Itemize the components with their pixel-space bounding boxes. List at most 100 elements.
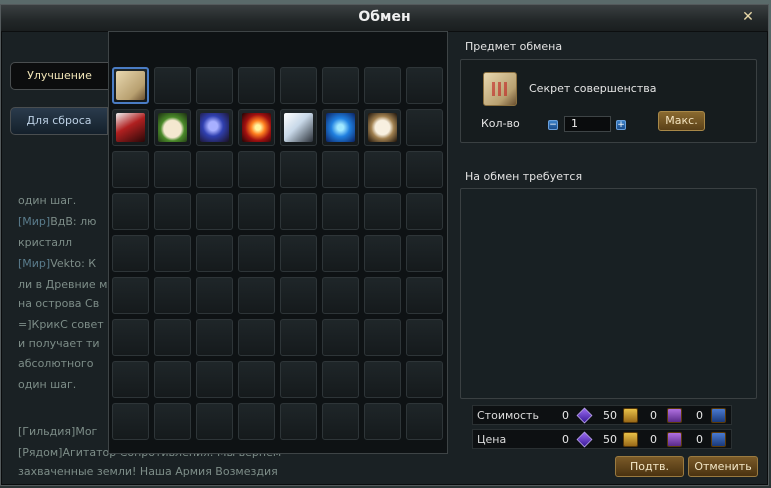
inventory-slot-filled[interactable]	[280, 109, 317, 146]
inventory-slot-empty[interactable]	[364, 235, 401, 272]
inventory-slot-empty[interactable]	[280, 235, 317, 272]
chat-text: и получает ти	[18, 337, 100, 350]
inventory-slot-empty[interactable]	[406, 109, 443, 146]
chat-line: [Гильдия]Мог	[18, 425, 97, 438]
inventory-slot-empty[interactable]	[364, 67, 401, 104]
inventory-slot-empty[interactable]	[280, 193, 317, 230]
inventory-slot-empty[interactable]	[406, 151, 443, 188]
emblem-icon	[368, 113, 397, 142]
chat-channel-tag: [Мир]	[18, 215, 51, 228]
chat-line: один шаг.	[18, 378, 76, 391]
inventory-slot-empty[interactable]	[196, 151, 233, 188]
inventory-slot-empty[interactable]	[154, 361, 191, 398]
inventory-slot-empty[interactable]	[196, 319, 233, 356]
blue-chest-icon	[711, 408, 726, 423]
inventory-slot-empty[interactable]	[238, 193, 275, 230]
inventory-slot-empty[interactable]	[280, 67, 317, 104]
inventory-slot-empty[interactable]	[322, 67, 359, 104]
inventory-slot-empty[interactable]	[112, 235, 149, 272]
cancel-button[interactable]: Отменить	[688, 456, 758, 477]
chat-line: кристалл	[18, 236, 72, 249]
inventory-slot-empty[interactable]	[364, 193, 401, 230]
purple-chest-icon	[667, 408, 682, 423]
inventory-slot-empty[interactable]	[112, 193, 149, 230]
inventory-slot-empty[interactable]	[364, 151, 401, 188]
inventory-slot-empty[interactable]	[322, 193, 359, 230]
inventory-slot-empty[interactable]	[238, 361, 275, 398]
potion-icon	[200, 113, 229, 142]
inventory-slot-empty[interactable]	[322, 277, 359, 314]
inventory-slot-empty[interactable]	[196, 193, 233, 230]
inventory-slot-filled[interactable]	[364, 109, 401, 146]
inventory-slot-empty[interactable]	[196, 67, 233, 104]
inventory-slot-empty[interactable]	[196, 277, 233, 314]
inventory-slot-empty[interactable]	[238, 151, 275, 188]
inventory-slot-empty[interactable]	[364, 319, 401, 356]
chat-channel-tag: [Мир]	[18, 257, 51, 270]
inventory-slot-empty[interactable]	[154, 403, 191, 440]
inventory-slot-filled[interactable]	[112, 67, 149, 104]
inventory-slot-empty[interactable]	[406, 361, 443, 398]
inventory-slot-empty[interactable]	[238, 277, 275, 314]
inventory-slot-empty[interactable]	[322, 361, 359, 398]
inventory-slot-empty[interactable]	[322, 151, 359, 188]
inventory-slot-empty[interactable]	[154, 151, 191, 188]
inventory-slot-filled[interactable]	[154, 109, 191, 146]
inventory-slot-empty[interactable]	[112, 403, 149, 440]
inventory-slot-empty[interactable]	[196, 361, 233, 398]
inventory-slot-filled[interactable]	[196, 109, 233, 146]
inventory-slot-empty[interactable]	[196, 235, 233, 272]
inventory-slot-empty[interactable]	[154, 67, 191, 104]
quantity-decrease-button[interactable]: −	[548, 120, 558, 130]
inventory-slot-empty[interactable]	[112, 277, 149, 314]
inventory-slot-empty[interactable]	[364, 277, 401, 314]
inventory-slot-empty[interactable]	[322, 235, 359, 272]
tab-upgrade[interactable]: Улучшение	[10, 62, 108, 90]
close-icon[interactable]: ✕	[740, 9, 756, 25]
inventory-slot-empty[interactable]	[112, 151, 149, 188]
inventory-slot-empty[interactable]	[280, 361, 317, 398]
inventory-slot-empty[interactable]	[112, 319, 149, 356]
gold-amount: 50	[603, 409, 617, 422]
quantity-increase-button[interactable]: +	[616, 120, 626, 130]
inventory-slot-empty[interactable]	[322, 403, 359, 440]
inventory-slot-empty[interactable]	[364, 361, 401, 398]
max-quantity-button[interactable]: Макс.	[658, 111, 705, 131]
inventory-slot-empty[interactable]	[154, 193, 191, 230]
inventory-slot-empty[interactable]	[238, 319, 275, 356]
inventory-slot-empty[interactable]	[322, 319, 359, 356]
inventory-slot-filled[interactable]	[112, 109, 149, 146]
chat-line: один шаг.	[18, 194, 76, 207]
inventory-slot-empty[interactable]	[364, 403, 401, 440]
tab-discard[interactable]: Для сброса	[10, 107, 108, 135]
inventory-slot-empty[interactable]	[406, 403, 443, 440]
confirm-button[interactable]: Подтв.	[615, 456, 684, 477]
inventory-slot-empty[interactable]	[238, 403, 275, 440]
inventory-slot-empty[interactable]	[280, 319, 317, 356]
gem-amount: 0	[562, 409, 569, 422]
inventory-slot-empty[interactable]	[196, 403, 233, 440]
inventory-slot-filled[interactable]	[322, 109, 359, 146]
inventory-slot-empty[interactable]	[238, 235, 275, 272]
inventory-slot-empty[interactable]	[154, 277, 191, 314]
inventory-slot-empty[interactable]	[154, 235, 191, 272]
required-label: На обмен требуется	[465, 170, 583, 183]
inventory-slot-empty[interactable]	[280, 403, 317, 440]
inventory-slot-empty[interactable]	[406, 277, 443, 314]
title-bar[interactable]: Обмен ✕	[1, 5, 768, 32]
quantity-input[interactable]: 1	[564, 116, 611, 132]
inventory-slot-empty[interactable]	[280, 151, 317, 188]
gem-amount: 0	[562, 433, 569, 446]
secret-of-perfection-book-icon[interactable]	[483, 72, 517, 106]
inventory-slot-empty[interactable]	[406, 67, 443, 104]
inventory-slot-empty[interactable]	[406, 193, 443, 230]
inventory-slot-empty[interactable]	[406, 319, 443, 356]
inventory-slot-empty[interactable]	[154, 319, 191, 356]
inventory-slot-empty[interactable]	[406, 235, 443, 272]
rice-bowl-icon	[158, 113, 187, 142]
inventory-slot-filled[interactable]	[238, 109, 275, 146]
inventory-slot-empty[interactable]	[280, 277, 317, 314]
exchange-item-box: Секрет совершенства Кол-во − 1 + Макс.	[460, 59, 757, 143]
inventory-slot-empty[interactable]	[238, 67, 275, 104]
inventory-slot-empty[interactable]	[112, 361, 149, 398]
